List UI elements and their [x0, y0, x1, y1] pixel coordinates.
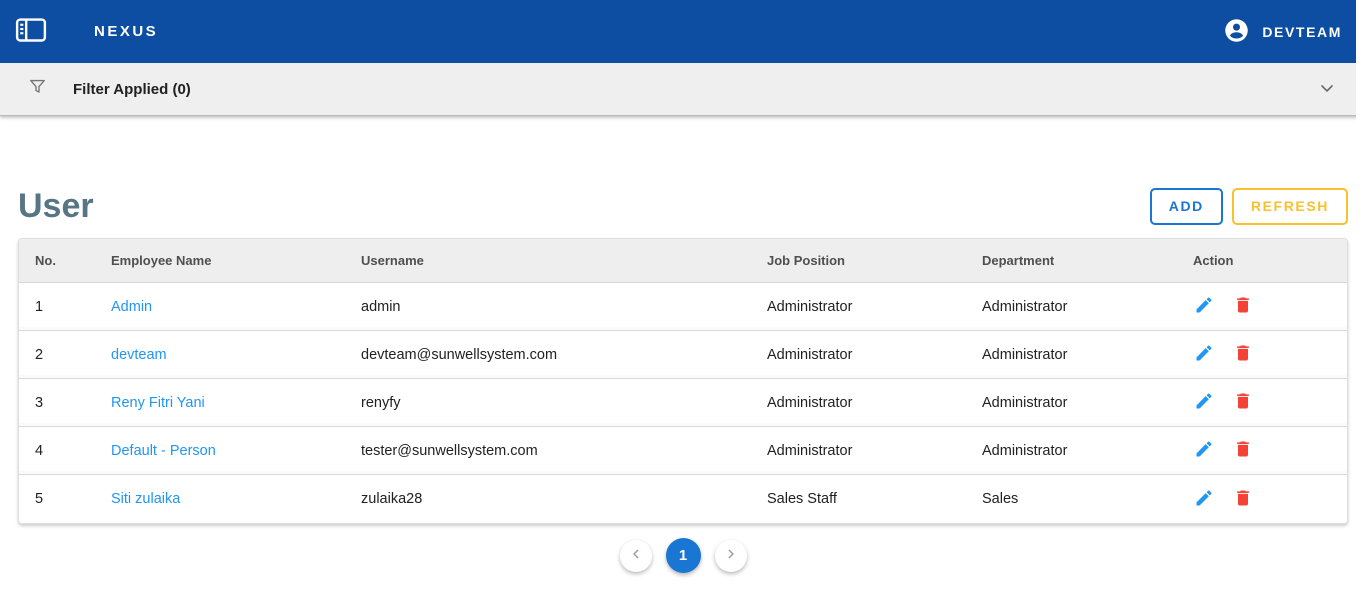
cell-department: Administrator: [966, 299, 1177, 315]
cell-username: admin: [345, 299, 751, 315]
table-row: 3 Reny Fitri Yani renyfy Administrator A…: [19, 379, 1347, 427]
user-table: No. Employee Name Username Job Position …: [18, 238, 1348, 524]
cell-job-position: Administrator: [751, 299, 966, 315]
page-title: User: [18, 186, 94, 226]
table-row: 4 Default - Person tester@sunwellsystem.…: [19, 427, 1347, 475]
trash-icon: [1233, 440, 1253, 462]
delete-button[interactable]: [1232, 440, 1254, 462]
toolbar: ADD REFRESH: [1150, 188, 1348, 225]
chevron-left-icon: [628, 546, 644, 565]
delete-button[interactable]: [1232, 296, 1254, 318]
current-page-button[interactable]: 1: [666, 538, 701, 573]
scrollbar-gutter[interactable]: [1356, 0, 1366, 599]
user-menu[interactable]: DEVTEAM: [1223, 17, 1342, 47]
employee-name-link[interactable]: Default - Person: [111, 443, 216, 459]
edit-button[interactable]: [1193, 296, 1215, 318]
filter-funnel-icon: [28, 77, 47, 101]
account-circle-icon: [1223, 17, 1250, 47]
cell-department: Sales: [966, 491, 1177, 507]
employee-name-link[interactable]: Reny Fitri Yani: [111, 395, 205, 411]
pagination: 1: [18, 538, 1348, 573]
refresh-button[interactable]: REFRESH: [1232, 188, 1348, 225]
cell-actions: [1177, 488, 1347, 510]
trash-icon: [1233, 488, 1253, 510]
user-name-label: DEVTEAM: [1262, 24, 1342, 40]
column-header-action: Action: [1177, 253, 1347, 268]
edit-pencil-icon: [1194, 296, 1214, 318]
cell-no: 2: [19, 347, 95, 363]
employee-name-link[interactable]: Admin: [111, 299, 152, 315]
cell-job-position: Sales Staff: [751, 491, 966, 507]
main-content: User ADD REFRESH No. Employee Name Usern…: [0, 186, 1366, 573]
trash-icon: [1233, 392, 1253, 414]
employee-name-link[interactable]: devteam: [111, 347, 167, 363]
delete-button[interactable]: [1232, 488, 1254, 510]
cell-no: 3: [19, 395, 95, 411]
column-header-department: Department: [966, 253, 1177, 268]
filter-applied-label: Filter Applied (0): [73, 81, 191, 98]
cell-actions: [1177, 344, 1347, 366]
trash-icon: [1233, 344, 1253, 366]
edit-button[interactable]: [1193, 344, 1215, 366]
cell-actions: [1177, 440, 1347, 462]
sidebar-toggle-button[interactable]: [13, 14, 49, 50]
table-row: 1 Admin admin Administrator Administrato…: [19, 283, 1347, 331]
edit-pencil-icon: [1194, 440, 1214, 462]
edit-pencil-icon: [1194, 344, 1214, 366]
trash-icon: [1233, 296, 1253, 318]
add-button[interactable]: ADD: [1150, 188, 1223, 225]
edit-pencil-icon: [1194, 392, 1214, 414]
cell-department: Administrator: [966, 395, 1177, 411]
chevron-right-icon: [723, 546, 739, 565]
next-page-button[interactable]: [715, 540, 747, 572]
sidebar-toggle-icon: [14, 13, 48, 50]
cell-job-position: Administrator: [751, 395, 966, 411]
delete-button[interactable]: [1232, 392, 1254, 414]
table-row: 5 Siti zulaika zulaika28 Sales Staff Sal…: [19, 475, 1347, 523]
filter-expand-button[interactable]: [1316, 78, 1338, 100]
table-row: 2 devteam devteam@sunwellsystem.com Admi…: [19, 331, 1347, 379]
page-header: User ADD REFRESH: [18, 186, 1348, 226]
column-header-job-position: Job Position: [751, 253, 966, 268]
cell-actions: [1177, 392, 1347, 414]
cell-username: renyfy: [345, 395, 751, 411]
chevron-down-icon: [1317, 78, 1337, 101]
cell-username: tester@sunwellsystem.com: [345, 443, 751, 459]
cell-actions: [1177, 296, 1347, 318]
edit-button[interactable]: [1193, 440, 1215, 462]
edit-button[interactable]: [1193, 392, 1215, 414]
column-header-username: Username: [345, 253, 751, 268]
cell-job-position: Administrator: [751, 443, 966, 459]
brand-title: NEXUS: [94, 23, 158, 40]
cell-username: zulaika28: [345, 491, 751, 507]
delete-button[interactable]: [1232, 344, 1254, 366]
cell-username: devteam@sunwellsystem.com: [345, 347, 751, 363]
column-header-no: No.: [19, 253, 95, 268]
filter-bar[interactable]: Filter Applied (0): [0, 63, 1366, 116]
table-header-row: No. Employee Name Username Job Position …: [19, 239, 1347, 283]
employee-name-link[interactable]: Siti zulaika: [111, 491, 180, 507]
edit-pencil-icon: [1194, 488, 1214, 510]
column-header-employee-name: Employee Name: [95, 253, 345, 268]
cell-no: 1: [19, 299, 95, 315]
previous-page-button[interactable]: [620, 540, 652, 572]
edit-button[interactable]: [1193, 488, 1215, 510]
cell-no: 4: [19, 443, 95, 459]
cell-department: Administrator: [966, 347, 1177, 363]
app-header: NEXUS DEVTEAM: [0, 0, 1366, 63]
cell-no: 5: [19, 491, 95, 507]
cell-department: Administrator: [966, 443, 1177, 459]
cell-job-position: Administrator: [751, 347, 966, 363]
